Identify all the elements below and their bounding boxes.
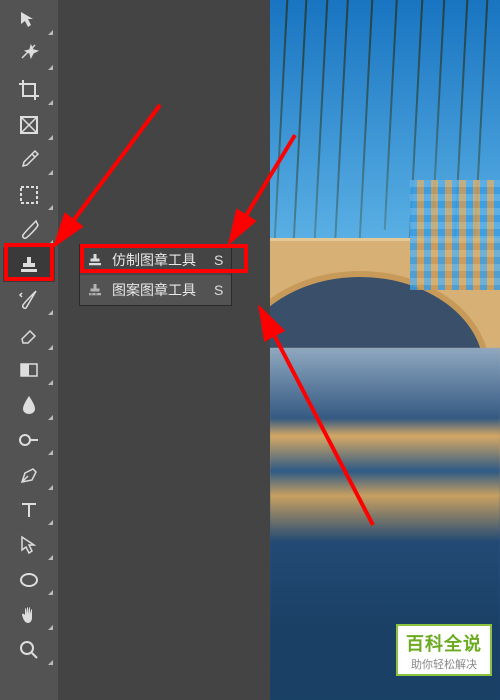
zoom-tool[interactable]	[3, 632, 55, 667]
pattern-stamp-icon	[86, 281, 104, 299]
hand-tool[interactable]	[3, 597, 55, 632]
dodge-tool[interactable]	[3, 422, 55, 457]
type-icon	[17, 498, 41, 522]
blur-tool[interactable]	[3, 387, 55, 422]
brush-icon	[17, 218, 41, 242]
watermark-subtitle: 助你轻松解决	[406, 656, 482, 672]
history-brush-icon	[17, 288, 41, 312]
stamp-tool-flyout: 仿制图章工具 S 图案图章工具 S	[79, 244, 232, 306]
document-canvas[interactable]	[270, 0, 500, 700]
move-tool[interactable]	[3, 2, 55, 37]
marquee-tool[interactable]	[3, 177, 55, 212]
clone-stamp-label: 仿制图章工具	[112, 250, 196, 270]
pen-tool[interactable]	[3, 457, 55, 492]
path-selection-tool[interactable]	[3, 527, 55, 562]
history-brush-tool[interactable]	[3, 282, 55, 317]
wand-icon	[17, 43, 41, 67]
stamp-icon	[17, 253, 41, 277]
eyedropper-icon	[17, 148, 41, 172]
frame-tool[interactable]	[3, 107, 55, 142]
shape-tool[interactable]	[3, 562, 55, 597]
type-tool[interactable]	[3, 492, 55, 527]
clone-stamp-icon	[86, 251, 104, 269]
crop-tool[interactable]	[3, 72, 55, 107]
gradient-icon	[17, 358, 41, 382]
ellipse-icon	[17, 568, 41, 592]
watermark-title: 百科全说	[406, 630, 482, 656]
marquee-icon	[17, 183, 41, 207]
path-arrow-icon	[17, 533, 41, 557]
crop-icon	[17, 78, 41, 102]
watermark-badge: 百科全说 助你轻松解决	[396, 624, 492, 676]
brush-tool[interactable]	[3, 212, 55, 247]
eraser-tool[interactable]	[3, 317, 55, 352]
pattern-stamp-shortcut: S	[214, 282, 223, 298]
hand-icon	[17, 603, 41, 627]
dodge-icon	[17, 428, 41, 452]
clone-stamp-shortcut: S	[214, 252, 223, 268]
canvas-background	[58, 0, 270, 700]
stamp-tool[interactable]	[3, 247, 55, 282]
eyedropper-tool[interactable]	[3, 142, 55, 177]
eraser-icon	[17, 323, 41, 347]
image-pixelated-region	[410, 180, 500, 290]
pen-icon	[17, 463, 41, 487]
zoom-icon	[17, 638, 41, 662]
gradient-tool[interactable]	[3, 352, 55, 387]
pattern-stamp-menu-item[interactable]: 图案图章工具 S	[80, 275, 231, 305]
clone-stamp-menu-item[interactable]: 仿制图章工具 S	[80, 245, 231, 275]
frame-icon	[17, 113, 41, 137]
tools-panel	[0, 0, 58, 700]
magic-wand-tool[interactable]	[3, 37, 55, 72]
blur-icon	[17, 393, 41, 417]
move-icon	[17, 8, 41, 32]
pattern-stamp-label: 图案图章工具	[112, 280, 196, 300]
